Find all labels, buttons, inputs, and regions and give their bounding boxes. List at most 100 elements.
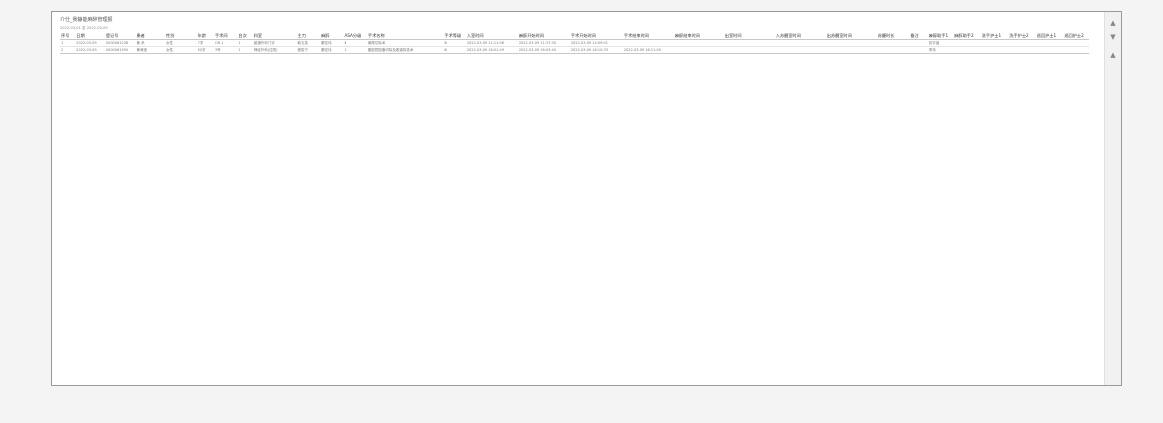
- table-cell: [673, 46, 724, 54]
- column-header[interactable]: 性别: [165, 32, 197, 40]
- table-cell: 神经外科(住院): [252, 46, 297, 54]
- table-cell: 1: [60, 39, 76, 47]
- report-viewer-frame: 介仕_我静能麻醉管理报 2022-03-01 至 2022-03-09 序号 日期…: [51, 11, 1122, 386]
- column-header[interactable]: 年龄: [196, 32, 214, 40]
- table-cell: [825, 39, 877, 47]
- table-cell: 李伟: [927, 46, 954, 54]
- report-content: 介仕_我静能麻醉管理报 2022-03-01 至 2022-03-09 序号 日期…: [60, 16, 1100, 54]
- column-header[interactable]: 巡回护士2: [1063, 32, 1089, 40]
- table-cell: [622, 39, 674, 47]
- table-cell: 0000081590: [104, 46, 136, 54]
- column-header[interactable]: 苏醒时长: [876, 32, 910, 40]
- table-cell: 2022-03-09: [75, 46, 105, 54]
- table-cell: 2022-03-09 16:10:33: [569, 46, 623, 54]
- column-header[interactable]: 出苏醒室时间: [825, 32, 877, 40]
- scroll-down-icon[interactable]: ▼: [1105, 30, 1121, 44]
- table-cell: 2022-03-09 11:11:06: [465, 39, 518, 47]
- table-cell: 韩玉英: [296, 39, 320, 47]
- column-header[interactable]: 入苏醒室时间: [774, 32, 826, 40]
- table-cell: 程俊宁: [296, 46, 320, 54]
- table-cell: Ⅲ: [443, 39, 466, 47]
- table-cell: [723, 46, 775, 54]
- table-cell: 2022-03-09 11:37:30: [517, 39, 570, 47]
- table-cell: 7岁: [196, 39, 214, 47]
- column-header[interactable]: 手术结束时间: [622, 32, 674, 40]
- column-header[interactable]: 入室时间: [465, 32, 518, 40]
- table-cell: [1035, 39, 1064, 47]
- table-cell: [953, 46, 981, 54]
- column-header[interactable]: 备注: [909, 32, 928, 40]
- table-cell: 1: [237, 39, 253, 47]
- table-cell: [909, 39, 928, 47]
- table-cell: 1: [237, 46, 253, 54]
- column-header[interactable]: 主刀: [296, 32, 320, 40]
- table-cell: 张宇涵: [927, 39, 954, 47]
- table-cell: [723, 39, 775, 47]
- column-header[interactable]: 科室: [252, 32, 297, 40]
- table-cell: 0000081238: [104, 39, 136, 47]
- table-row[interactable]: 2 2022-03-09 0000081590 黄海宝 女性 50岁 3号 1 神经外科(住院)…: [60, 46, 1089, 54]
- table-cell: [774, 46, 826, 54]
- table-header-row: 序号 日期 登记号 患者 性别 年龄 手术间 台次 科室 主刀 麻醉 ASA分级 手术名称 手术等级 入室时…: [60, 32, 1089, 40]
- column-header[interactable]: 日期: [75, 32, 105, 40]
- table-cell: Ⅲ: [443, 46, 466, 54]
- column-header[interactable]: 麻醉: [320, 32, 344, 40]
- column-header[interactable]: 台次: [237, 32, 253, 40]
- table-cell: [1008, 39, 1036, 47]
- table-cell: [1035, 46, 1064, 54]
- report-date-range: 2022-03-01 至 2022-03-09: [60, 26, 108, 30]
- table-cell: 2022-03-09 16:01:49: [465, 46, 518, 54]
- column-header[interactable]: ASA分级: [343, 32, 367, 40]
- table-cell: 50岁: [196, 46, 214, 54]
- column-header[interactable]: 患者: [135, 32, 166, 40]
- vertical-scrollbar[interactable]: ▲ ▼ ▲: [1104, 12, 1121, 385]
- column-header[interactable]: 洗手护士2: [1008, 32, 1036, 40]
- column-header[interactable]: 序号: [60, 32, 76, 40]
- table-cell: 2022-03-09 16:03:40: [517, 46, 570, 54]
- table-cell: [774, 39, 826, 47]
- table-cell: 腹腔镜胆囊切除及胆道探查术: [366, 46, 444, 54]
- column-header[interactable]: 出室时间: [723, 32, 775, 40]
- collapse-toolbar-icon[interactable]: ▲: [1105, 48, 1121, 62]
- table-cell: [909, 46, 928, 54]
- table-cell: 2: [60, 46, 76, 54]
- table-cell: 1: [343, 46, 367, 54]
- table-cell: 2022-03-09: [75, 39, 105, 47]
- table-cell: 秦宏伟: [320, 46, 344, 54]
- column-header[interactable]: 巡回护士1: [1035, 32, 1064, 40]
- table-row[interactable]: 1 2022-03-09 0000081238 黄 系女性 7岁 OR-1 1 普通外科门诊韩…: [60, 39, 1089, 47]
- table-cell: [876, 39, 910, 47]
- table-cell: 黄 系: [135, 39, 166, 47]
- table-cell: 女性: [165, 46, 197, 54]
- table-cell: [980, 39, 1009, 47]
- table-cell: [1063, 46, 1089, 54]
- table-cell: 黄海宝: [135, 46, 166, 54]
- table-cell: 2022-03-09 14:09:01: [569, 39, 623, 47]
- table-cell: [980, 46, 1009, 54]
- column-header[interactable]: 麻醉结束时间: [673, 32, 724, 40]
- table-cell: [673, 39, 724, 47]
- table-cell: OR-1: [213, 39, 238, 47]
- table-cell: 女性: [165, 39, 197, 47]
- column-header[interactable]: 手术开始时间: [569, 32, 623, 40]
- table-cell: [1063, 39, 1089, 47]
- table-cell: 阑尾切除术: [366, 39, 444, 47]
- table-cell: [1008, 46, 1036, 54]
- table-cell: Ⅱ: [343, 39, 367, 47]
- column-header[interactable]: 手术间: [213, 32, 238, 40]
- table-cell: 普通外科门诊: [252, 39, 297, 47]
- scroll-up-icon[interactable]: ▲: [1105, 16, 1121, 30]
- table-cell: 2022-03-09 16:11:05: [622, 46, 674, 54]
- column-header[interactable]: 麻醉助手1: [927, 32, 954, 40]
- column-header[interactable]: 麻醉助手2: [953, 32, 981, 40]
- column-header[interactable]: 登记号: [104, 32, 136, 40]
- table-cell: 3号: [213, 46, 238, 54]
- report-title: 介仕_我静能麻醉管理报: [60, 17, 113, 23]
- column-header[interactable]: 麻醉开始时间: [517, 32, 570, 40]
- anesthesia-records-table: 序号 日期 登记号 患者 性别 年龄 手术间 台次 科室 主刀 麻醉 ASA分级 手术名称 手术等级 入室时…: [60, 32, 1089, 54]
- column-header[interactable]: 手术名称: [366, 32, 444, 40]
- column-header[interactable]: 手术等级: [443, 32, 466, 40]
- table-cell: 秦宏伟: [320, 39, 344, 47]
- table-cell: [953, 39, 981, 47]
- column-header[interactable]: 洗手护士1: [980, 32, 1009, 40]
